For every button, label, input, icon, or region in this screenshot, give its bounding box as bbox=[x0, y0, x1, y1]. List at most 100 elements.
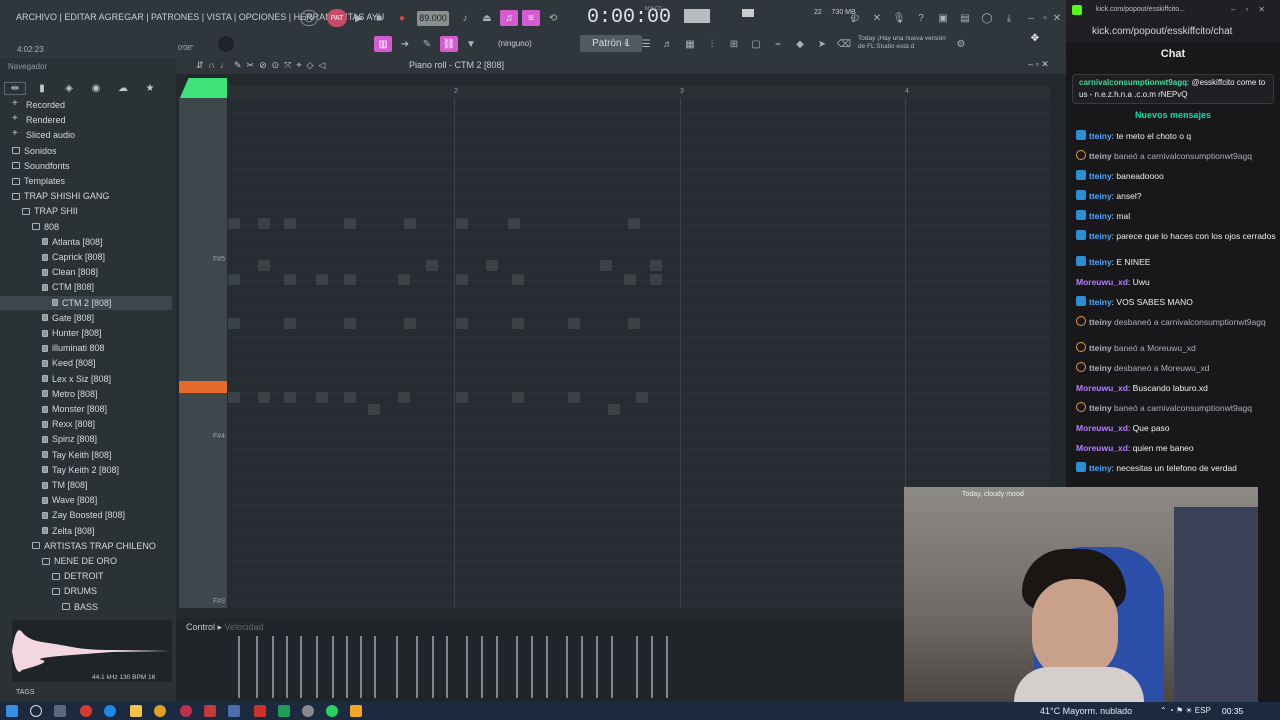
note[interactable] bbox=[344, 392, 356, 403]
browser-item[interactable]: Clean [808] bbox=[42, 265, 98, 279]
cloud-icon[interactable]: ☁ bbox=[112, 83, 134, 94]
star-icon[interactable]: ★ bbox=[139, 83, 161, 94]
address-bar[interactable]: kick.com/popout/esskiffcito/chat bbox=[1066, 22, 1280, 42]
note[interactable] bbox=[512, 274, 524, 285]
whatsapp-icon[interactable] bbox=[326, 705, 338, 717]
note[interactable] bbox=[456, 318, 468, 329]
add-pattern-icon[interactable]: + bbox=[617, 36, 635, 52]
fl-studio-icon[interactable] bbox=[350, 705, 362, 717]
chat-username[interactable]: tteiny bbox=[1089, 151, 1112, 161]
velocity-bar[interactable] bbox=[272, 636, 274, 698]
plugin-icon[interactable]: ▤ bbox=[956, 10, 974, 26]
chat-username[interactable]: tteiny bbox=[1089, 297, 1112, 307]
file-icon[interactable]: ▮ bbox=[31, 83, 53, 94]
note[interactable] bbox=[404, 318, 416, 329]
chat-username[interactable]: tteiny bbox=[1089, 211, 1112, 221]
chat-username[interactable]: Moreuwu_xd bbox=[1076, 423, 1128, 433]
note[interactable] bbox=[398, 274, 410, 285]
velocity-bar[interactable] bbox=[531, 636, 533, 698]
chat-username[interactable]: tteiny bbox=[1089, 343, 1112, 353]
browser-item[interactable]: CTM [808] bbox=[42, 280, 94, 294]
velocity-bar[interactable] bbox=[566, 636, 568, 698]
browser-item[interactable]: Hunter [808] bbox=[42, 326, 102, 340]
obs-icon[interactable] bbox=[302, 705, 314, 717]
app-icon[interactable] bbox=[228, 705, 240, 717]
system-tray[interactable]: ⌃ ◔ ⚑ ☀ ESP bbox=[1160, 706, 1211, 715]
note[interactable] bbox=[316, 392, 328, 403]
browser-item[interactable]: Rexx [808] bbox=[42, 417, 95, 431]
chat-username[interactable]: tteiny bbox=[1089, 363, 1112, 373]
note[interactable] bbox=[368, 404, 380, 415]
undo-history-icon[interactable]: ⌫ bbox=[835, 36, 853, 52]
plugin-browser-icon[interactable]: ◈ bbox=[58, 83, 80, 94]
playlist-icon[interactable]: ☰ bbox=[637, 36, 655, 52]
winrar-icon[interactable] bbox=[254, 705, 266, 717]
chat-username[interactable]: tteiny bbox=[1089, 257, 1112, 267]
browser-item[interactable]: DRUMS bbox=[52, 584, 97, 598]
explorer-icon[interactable] bbox=[130, 705, 142, 717]
chrome-icon[interactable] bbox=[80, 705, 92, 717]
velocity-bar[interactable] bbox=[546, 636, 548, 698]
note[interactable] bbox=[456, 392, 468, 403]
velocity-bar[interactable] bbox=[581, 636, 583, 698]
timeline-ruler[interactable]: 2 3 4 bbox=[228, 86, 1050, 98]
note[interactable] bbox=[426, 260, 438, 271]
windows-start-icon[interactable] bbox=[6, 705, 18, 717]
browser-item[interactable]: TRAP SHII bbox=[22, 204, 78, 218]
velocity-bar[interactable] bbox=[636, 636, 638, 698]
browser-item[interactable]: Atlanta [808] bbox=[42, 235, 103, 249]
stop-icon[interactable]: ■ bbox=[370, 10, 388, 26]
note[interactable] bbox=[568, 318, 580, 329]
song-pattern-toggle[interactable]: PAT bbox=[327, 9, 347, 27]
save-icon[interactable]: ▣ bbox=[934, 10, 952, 26]
edge-icon[interactable] bbox=[104, 705, 116, 717]
velocity-bar[interactable] bbox=[346, 636, 348, 698]
browser-item[interactable]: + Sliced audio bbox=[12, 128, 75, 142]
loop-record-icon[interactable]: ⟲ bbox=[544, 10, 562, 26]
velocity-bar[interactable] bbox=[611, 636, 613, 698]
mixer-icon[interactable]: ⫶ bbox=[703, 36, 721, 52]
chat-username[interactable]: Moreuwu_xd bbox=[1076, 383, 1128, 393]
velocity-bar[interactable] bbox=[238, 636, 240, 698]
browser-item[interactable]: illuminati 808 bbox=[42, 341, 105, 355]
plugin-picker-icon[interactable]: ⊞ bbox=[725, 36, 743, 52]
note[interactable] bbox=[628, 318, 640, 329]
velocity-bar[interactable] bbox=[360, 636, 362, 698]
note[interactable] bbox=[258, 260, 270, 271]
browser-item[interactable]: BASS bbox=[62, 600, 98, 614]
tempo-tapper-icon[interactable]: ◆ bbox=[791, 36, 809, 52]
browser-item[interactable]: 808 bbox=[32, 220, 59, 234]
browser-item[interactable]: ARTISTAS TRAP CHILENO bbox=[32, 539, 156, 553]
browser-item[interactable]: DETROIT bbox=[52, 569, 104, 583]
note[interactable] bbox=[228, 318, 240, 329]
browser-item[interactable]: Gate [808] bbox=[42, 311, 94, 325]
browser-item[interactable]: CTM 2 [808] bbox=[0, 295, 172, 310]
window-controls[interactable]: – ▫ ✕ bbox=[1028, 59, 1049, 70]
piano-keyboard[interactable]: F#5 F#4 F#3 bbox=[179, 98, 227, 608]
cpu-toggle-icon[interactable]: ⏻ bbox=[846, 10, 864, 26]
browser-item[interactable]: TM [808] bbox=[42, 478, 88, 492]
browser-item[interactable]: Sonidos bbox=[12, 144, 57, 158]
excel-icon[interactable] bbox=[278, 705, 290, 717]
vivaldi-icon[interactable] bbox=[204, 705, 216, 717]
note[interactable] bbox=[456, 218, 468, 229]
master-pitch-knob[interactable] bbox=[218, 36, 234, 52]
chat-username[interactable]: Moreuwu_xd bbox=[1076, 443, 1128, 453]
note[interactable] bbox=[344, 274, 356, 285]
velocity-bar[interactable] bbox=[316, 636, 318, 698]
help-icon[interactable]: ? bbox=[912, 10, 930, 26]
search-icon[interactable] bbox=[30, 705, 42, 717]
note[interactable] bbox=[316, 274, 328, 285]
chat-username[interactable]: Moreuwu_xd bbox=[1076, 277, 1128, 287]
note[interactable] bbox=[624, 274, 636, 285]
new-messages-banner[interactable]: Nuevos mensajes bbox=[1066, 110, 1280, 120]
chat-username[interactable]: tteiny bbox=[1089, 131, 1112, 141]
chrome-alt-icon[interactable] bbox=[154, 705, 166, 717]
browser-item[interactable]: Monster [808] bbox=[42, 402, 107, 416]
note[interactable] bbox=[508, 218, 520, 229]
velocity-bar[interactable] bbox=[416, 636, 418, 698]
note[interactable] bbox=[258, 218, 270, 229]
browser-item[interactable]: + Rendered bbox=[12, 113, 66, 127]
velocity-bar[interactable] bbox=[466, 636, 468, 698]
velocity-bar[interactable] bbox=[374, 636, 376, 698]
